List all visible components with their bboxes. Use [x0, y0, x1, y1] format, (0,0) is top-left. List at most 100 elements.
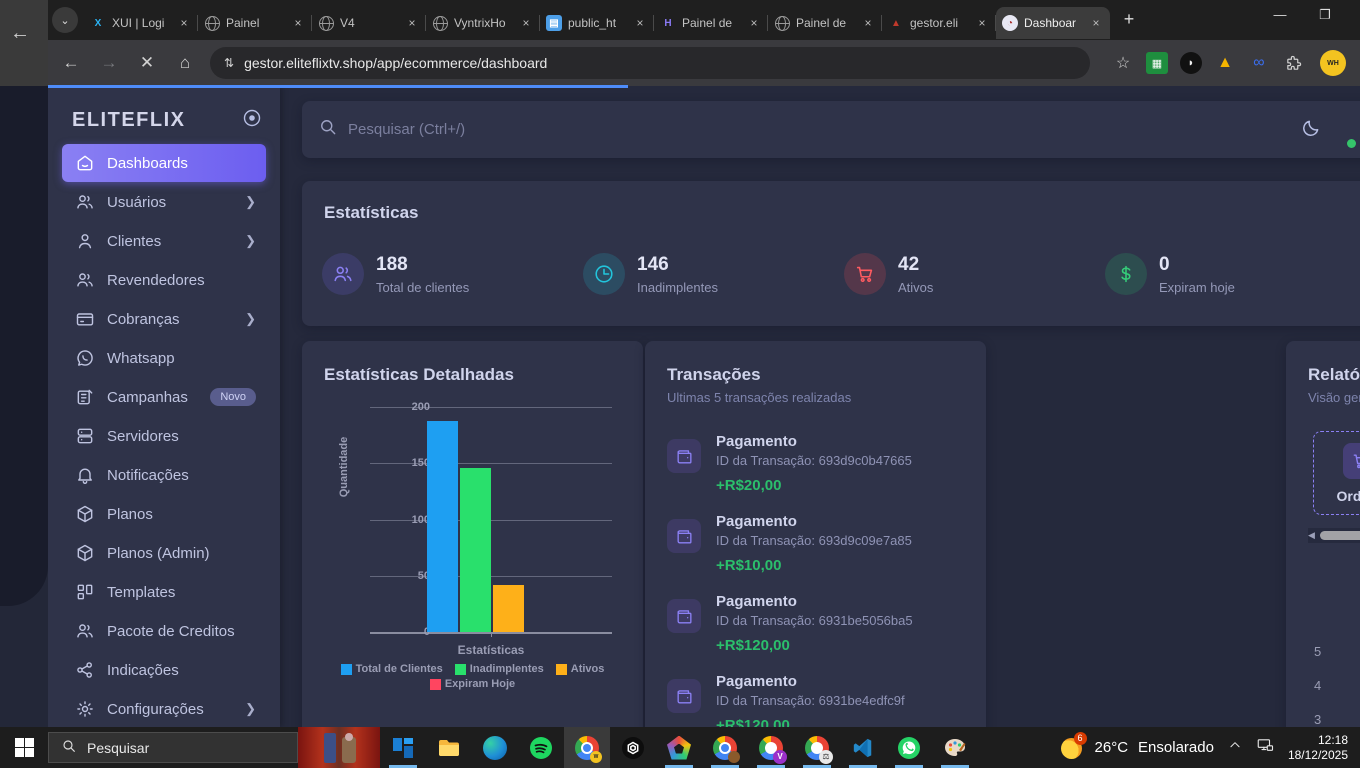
taskbar-clock[interactable]: 12:18 18/12/2025	[1288, 733, 1348, 763]
weather-desc: Ensolarado	[1138, 739, 1214, 756]
close-tab-icon[interactable]: ×	[404, 15, 420, 31]
close-tab-icon[interactable]: ×	[860, 15, 876, 31]
weather-widget[interactable]: 6 26°C Ensolarado	[1059, 735, 1214, 761]
address-bar[interactable]: ⇅ gestor.eliteflixtv.shop/app/ecommerce/…	[210, 47, 1090, 79]
legend-swatch	[455, 664, 466, 675]
cart-icon	[1343, 443, 1360, 479]
sidebar-item-usuarios[interactable]: Usuários ❯	[62, 183, 266, 221]
chevron-right-icon: ❯	[245, 233, 256, 249]
task-view-icon[interactable]	[380, 727, 426, 768]
browser-tab[interactable]: VyntrixHo ×	[426, 7, 540, 39]
legend-item[interactable]: Total de Clientes	[341, 663, 443, 675]
news-widget-thumbnail[interactable]	[298, 727, 380, 768]
restore-button[interactable]: ❐	[1305, 0, 1345, 30]
transaction-row[interactable]: Pagamento ID da Transação: 693d9c0b47665…	[667, 433, 967, 494]
stat-inadimplentes: 146Inadimplentes	[583, 253, 718, 295]
legend-item[interactable]: Expiram Hoje	[430, 678, 515, 690]
scroll-left-arrow-icon[interactable]: ◀	[1308, 530, 1320, 541]
tab-search-button[interactable]: ⌄	[52, 7, 78, 33]
sidebar-item-whatsapp[interactable]: Whatsapp	[62, 339, 266, 377]
chatgpt-icon[interactable]	[610, 727, 656, 768]
transaction-id: ID da Transação: 6931be5056ba5	[716, 613, 967, 628]
profile-avatar[interactable]: WH	[1320, 50, 1346, 76]
sidebar-item-clientes[interactable]: Clientes ❯	[62, 222, 266, 260]
link-extension-icon[interactable]: ∞	[1248, 52, 1270, 74]
legend-item[interactable]: Inadimplentes	[455, 663, 544, 675]
close-tab-icon[interactable]: ×	[746, 15, 762, 31]
close-tab-icon[interactable]: ×	[974, 15, 990, 31]
sidebar-pin-icon[interactable]	[242, 108, 262, 133]
sidebar-item-servidores[interactable]: Servidores	[62, 417, 266, 455]
browser-tab[interactable]: V4 ×	[312, 7, 426, 39]
notification-badge: 6	[1074, 732, 1087, 745]
tray-expand-chevron-icon[interactable]	[1228, 738, 1242, 757]
forward-button[interactable]: →	[94, 48, 124, 78]
start-button[interactable]	[0, 727, 48, 768]
sidebar-item-indicacoes[interactable]: Indicações	[62, 651, 266, 689]
browser-tab[interactable]: ▲ gestor.eli ×	[882, 7, 996, 39]
close-tab-icon[interactable]: ×	[176, 15, 192, 31]
sheets-extension-icon[interactable]: ▦	[1146, 52, 1168, 74]
network-icon[interactable]	[1256, 736, 1274, 759]
sidebar-item-cobrancas[interactable]: Cobranças ❯	[62, 300, 266, 338]
drive-extension-icon[interactable]: ▲	[1214, 52, 1236, 74]
new-tab-button[interactable]: +	[1116, 7, 1142, 33]
browser-tab[interactable]: X XUI | Logi ×	[84, 7, 198, 39]
site-settings-icon[interactable]: ⇅	[224, 56, 234, 70]
sidebar-item-campanhas[interactable]: Campanhas Novo	[62, 378, 266, 416]
transaction-row[interactable]: Pagamento ID da Transação: 693d9c09e7a85…	[667, 513, 967, 574]
transaction-amount: +R$120,00	[716, 717, 967, 727]
home-button[interactable]: ⌂	[170, 48, 200, 78]
legend-item[interactable]: Ativos	[556, 663, 605, 675]
url-text: gestor.eliteflixtv.shop/app/ecommerce/da…	[244, 55, 547, 71]
back-arrow-icon[interactable]: ←	[10, 22, 30, 45]
extensions-puzzle-icon[interactable]	[1282, 52, 1304, 74]
users-icon	[74, 191, 96, 213]
back-button[interactable]: ←	[56, 48, 86, 78]
spotify-icon[interactable]	[518, 727, 564, 768]
sidebar-item-revendedores[interactable]: Revendedores	[62, 261, 266, 299]
paint-icon[interactable]	[932, 727, 978, 768]
file-explorer-icon[interactable]	[426, 727, 472, 768]
chrome-profile-v-icon[interactable]: V	[748, 727, 794, 768]
extension-icon[interactable]: ◗	[1180, 52, 1202, 74]
browser-tab[interactable]: ▤ public_ht ×	[540, 7, 654, 39]
earnings-tab-ordens[interactable]: Ordens	[1313, 431, 1360, 515]
scrollbar-thumb[interactable]	[1320, 531, 1360, 540]
sidebar-item-configuracoes[interactable]: Configurações ❯	[62, 690, 266, 727]
browser-tab[interactable]: H Painel de ×	[654, 7, 768, 39]
chrome-profile-icon[interactable]	[702, 727, 748, 768]
stat-value: 188	[376, 254, 469, 276]
sidebar-item-planos[interactable]: Planos	[62, 495, 266, 533]
browser-tab-active[interactable]: ◔ Dashboar ×	[996, 7, 1110, 39]
chrome-profile2-icon[interactable]: ⚖	[794, 727, 840, 768]
sidebar-item-label: Cobranças	[107, 311, 245, 328]
bar-chart: 050100150200	[370, 407, 612, 632]
pentagon-app-icon[interactable]	[656, 727, 702, 768]
chrome-active-icon[interactable]: W	[564, 727, 610, 768]
horizontal-scrollbar[interactable]: ◀ ▶	[1308, 528, 1360, 543]
transaction-row[interactable]: Pagamento ID da Transação: 6931be5056ba5…	[667, 593, 967, 654]
web-page: ELITEFLIX Dashboards Usuários ❯ Clientes…	[48, 86, 1360, 727]
close-tab-icon[interactable]: ×	[290, 15, 306, 31]
sidebar-item-pacote-de-creditos[interactable]: Pacote de Creditos	[62, 612, 266, 650]
close-tab-icon[interactable]: ×	[632, 15, 648, 31]
sidebar-item-notificacoes[interactable]: Notificações	[62, 456, 266, 494]
sidebar-item-planos-admin[interactable]: Planos (Admin)	[62, 534, 266, 572]
whatsapp-icon[interactable]	[886, 727, 932, 768]
transaction-row[interactable]: Pagamento ID da Transação: 6931be4edfc9f…	[667, 673, 967, 727]
stop-loading-button[interactable]: ✕	[132, 48, 162, 78]
close-tab-icon[interactable]: ×	[1088, 15, 1104, 31]
edge-icon[interactable]	[472, 727, 518, 768]
taskbar-search-box[interactable]: Pesquisar	[48, 732, 298, 763]
sidebar-item-dashboards[interactable]: Dashboards	[62, 144, 266, 182]
vscode-icon[interactable]	[840, 727, 886, 768]
bookmark-star-icon[interactable]: ☆	[1112, 52, 1134, 74]
browser-tab[interactable]: Painel ×	[198, 7, 312, 39]
minimize-button[interactable]: —	[1260, 0, 1300, 30]
close-tab-icon[interactable]: ×	[518, 15, 534, 31]
sidebar-item-templates[interactable]: Templates	[62, 573, 266, 611]
search-input[interactable]	[348, 121, 1301, 138]
theme-toggle-moon-icon[interactable]	[1301, 117, 1322, 143]
browser-tab[interactable]: Painel de ×	[768, 7, 882, 39]
